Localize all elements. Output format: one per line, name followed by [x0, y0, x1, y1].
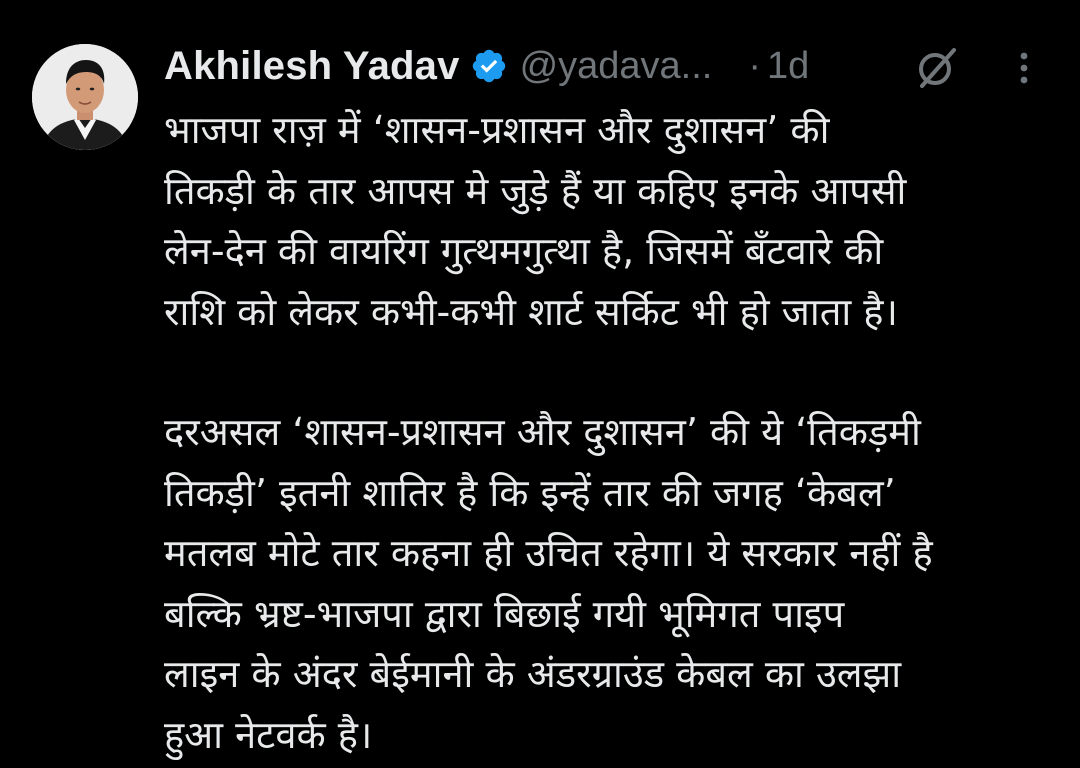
tweet-line: तिकड़ी’ इतनी शातिर है कि इन्हें तार की ज…: [164, 470, 896, 515]
grok-slash-icon[interactable]: [912, 44, 962, 90]
author-handle[interactable]: @yadava...: [520, 45, 713, 88]
tweet-line: लेन-देन की वायरिंग गुत्थमगुत्था है, जिसम…: [164, 229, 884, 273]
tweet-line: बल्कि भ्रष्ट-भाजपा द्वारा बिछाई गयी भूमि…: [164, 591, 845, 636]
more-vertical-icon[interactable]: [1012, 46, 1036, 90]
author-name[interactable]: Akhilesh Yadav: [164, 44, 460, 89]
tweet-timestamp[interactable]: 1d: [767, 45, 809, 88]
tweet-line: मतलब मोटे तार कहना ही उचित रहेगा। ये सरक…: [164, 531, 933, 575]
tweet-line: राशि को लेकर कभी-कभी शार्ट सर्किट भी हो …: [164, 289, 898, 334]
tweet-header: Akhilesh Yadav @yadava... · 1d: [164, 38, 809, 94]
tweet-text: भाजपा राज़ में ‘शासन-प्रशासन और दुशासन’ …: [164, 100, 1064, 765]
tweet-line: दरअसल ‘शासन-प्रशासन और दुशासन’ की ये ‘ति…: [164, 410, 921, 454]
tweet-line: हुआ नेटवर्क है।: [164, 712, 373, 757]
separator-dot: ·: [748, 44, 762, 87]
avatar[interactable]: [32, 44, 138, 150]
verified-badge-icon: [470, 47, 508, 85]
tweet-line: भाजपा राज़ में ‘शासन-प्रशासन और दुशासन’ …: [164, 108, 830, 152]
tweet-paragraph-2: दरअसल ‘शासन-प्रशासन और दुशासन’ की ये ‘ति…: [164, 402, 1064, 765]
tweet-paragraph-1: भाजपा राज़ में ‘शासन-प्रशासन और दुशासन’ …: [164, 100, 1064, 342]
tweet-card[interactable]: Akhilesh Yadav @yadava... · 1d भाजपा राज…: [0, 0, 1080, 768]
tweet-line: लाइन के अंदर बेईमानी के अंडरग्राउंड केबल…: [164, 652, 902, 696]
tweet-line: तिकड़ी के तार आपस मे जुड़े हैं या कहिए इ…: [164, 168, 907, 213]
